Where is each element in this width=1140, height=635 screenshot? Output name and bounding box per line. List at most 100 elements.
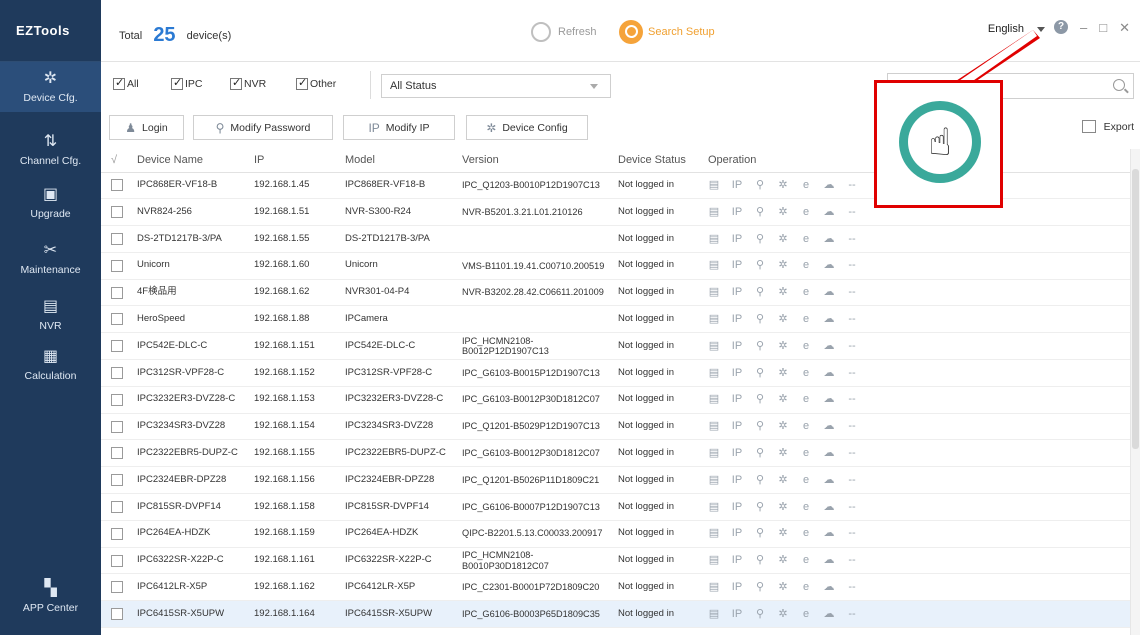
row-checkbox[interactable]	[111, 527, 123, 540]
sidebar-item-device-cfg[interactable]: ✲ Device Cfg.	[0, 62, 101, 112]
cloud-icon[interactable]: ☁	[823, 233, 835, 246]
login-button[interactable]: ♟ Login	[109, 115, 184, 140]
ip-icon[interactable]: IP	[731, 608, 743, 621]
table-row[interactable]: DS-2TD1217B-3/PA 192.168.1.55 DS-2TD1217B-…	[101, 225, 1131, 253]
document-icon[interactable]: ▤	[708, 447, 720, 460]
key-icon[interactable]: ⚲	[754, 527, 766, 540]
table-row[interactable]: IPC6322SR-X22P-C 192.168.1.161 IPC6322SR-X…	[101, 547, 1131, 575]
cloud-icon[interactable]: ☁	[823, 581, 835, 594]
filter-nvr-checkbox[interactable]: NVR	[230, 76, 266, 90]
sidebar-item-app-center[interactable]: ▚ APP Center	[0, 572, 101, 622]
close-icon[interactable]: ✕	[1119, 20, 1130, 36]
cloud-icon[interactable]: ☁	[823, 367, 835, 380]
document-icon[interactable]: ▤	[708, 554, 720, 567]
select-all-column[interactable]: √	[101, 149, 137, 173]
document-icon[interactable]: ▤	[708, 393, 720, 406]
key-icon[interactable]: ⚲	[754, 581, 766, 594]
ip-icon[interactable]: IP	[731, 581, 743, 594]
cloud-icon[interactable]: ☁	[823, 447, 835, 460]
search-icon[interactable]	[1113, 79, 1125, 91]
browser-icon[interactable]: e	[800, 501, 812, 514]
cloud-icon[interactable]: ☁	[823, 179, 835, 192]
row-checkbox[interactable]	[111, 286, 123, 299]
column-model[interactable]: Model	[345, 149, 462, 173]
browser-icon[interactable]: e	[800, 179, 812, 192]
key-icon[interactable]: ⚲	[754, 554, 766, 567]
scrollbar-thumb[interactable]	[1132, 169, 1139, 449]
cloud-icon[interactable]: ☁	[823, 554, 835, 567]
document-icon[interactable]: ▤	[708, 608, 720, 621]
key-icon[interactable]: ⚲	[754, 313, 766, 326]
row-checkbox[interactable]	[111, 340, 123, 353]
column-version[interactable]: Version	[462, 149, 618, 173]
device-config-button[interactable]: ✲ Device Config	[466, 115, 588, 140]
table-row[interactable]: IPC6415SR-X5UPW 192.168.1.164 IPC6415SR-X5…	[101, 600, 1131, 629]
gear-icon[interactable]: ✲	[777, 313, 789, 326]
gear-icon[interactable]: ✲	[777, 581, 789, 594]
table-row[interactable]: IPC2322EBR5-DUPZ-C 192.168.1.155 IPC2322EB…	[101, 439, 1131, 468]
document-icon[interactable]: ▤	[708, 501, 720, 514]
key-icon[interactable]: ⚲	[754, 233, 766, 246]
key-icon[interactable]: ⚲	[754, 340, 766, 353]
key-icon[interactable]: ⚲	[754, 447, 766, 460]
table-row[interactable]: IPC3232ER3-DVZ28-C 192.168.1.153 IPC3232ER…	[101, 386, 1131, 414]
document-icon[interactable]: ▤	[708, 206, 720, 219]
document-icon[interactable]: ▤	[708, 286, 720, 299]
search-setup-button[interactable]: Search Setup	[619, 20, 715, 44]
column-ip[interactable]: IP	[254, 149, 345, 173]
gear-icon[interactable]: ✲	[777, 367, 789, 380]
cloud-icon[interactable]: ☁	[823, 206, 835, 219]
browser-icon[interactable]: e	[800, 340, 812, 353]
ip-icon[interactable]: IP	[731, 474, 743, 487]
row-checkbox[interactable]	[111, 420, 123, 433]
row-checkbox[interactable]	[111, 581, 123, 594]
sidebar-item-channel-cfg[interactable]: ⇅ Channel Cfg.	[0, 125, 101, 175]
ip-icon[interactable]: IP	[731, 206, 743, 219]
document-icon[interactable]: ▤	[708, 340, 720, 353]
cloud-icon[interactable]: ☁	[823, 420, 835, 433]
gear-icon[interactable]: ✲	[777, 259, 789, 272]
document-icon[interactable]: ▤	[708, 474, 720, 487]
cloud-icon[interactable]: ☁	[823, 286, 835, 299]
gear-icon[interactable]: ✲	[777, 501, 789, 514]
ip-icon[interactable]: IP	[731, 501, 743, 514]
cloud-icon[interactable]: ☁	[823, 474, 835, 487]
row-checkbox[interactable]	[111, 206, 123, 219]
cloud-icon[interactable]: ☁	[823, 393, 835, 406]
table-row[interactable]: HeroSpeed 192.168.1.88 IPCamera Not logged …	[101, 305, 1131, 334]
browser-icon[interactable]: e	[800, 420, 812, 433]
table-row[interactable]: IPC542E-DLC-C 192.168.1.151 IPC542E-DLC-C I…	[101, 332, 1131, 361]
row-checkbox[interactable]	[111, 500, 123, 513]
browser-icon[interactable]: e	[800, 554, 812, 567]
browser-icon[interactable]: e	[800, 367, 812, 380]
browser-icon[interactable]: e	[800, 581, 812, 594]
browser-icon[interactable]: e	[800, 393, 812, 406]
row-checkbox[interactable]	[111, 259, 123, 272]
document-icon[interactable]: ▤	[708, 581, 720, 594]
gear-icon[interactable]: ✲	[777, 554, 789, 567]
gear-icon[interactable]: ✲	[777, 420, 789, 433]
modify-password-button[interactable]: ⚲ Modify Password	[193, 115, 333, 140]
document-icon[interactable]: ▤	[708, 233, 720, 246]
row-checkbox[interactable]	[111, 313, 123, 326]
sidebar-item-calculation[interactable]: ▦ Calculation	[0, 340, 101, 390]
document-icon[interactable]: ▤	[708, 420, 720, 433]
modify-ip-button[interactable]: IP Modify IP	[343, 115, 455, 140]
document-icon[interactable]: ▤	[708, 259, 720, 272]
table-row[interactable]: IPC312SR-VPF28-C 192.168.1.152 IPC312SR-VP…	[101, 359, 1131, 387]
gear-icon[interactable]: ✲	[777, 206, 789, 219]
browser-icon[interactable]: e	[800, 474, 812, 487]
ip-icon[interactable]: IP	[731, 367, 743, 380]
export-button[interactable]: Export	[1081, 120, 1134, 133]
row-checkbox[interactable]	[111, 366, 123, 379]
cloud-icon[interactable]: ☁	[823, 313, 835, 326]
table-row[interactable]: IPC6412LR-X5P 192.168.1.162 IPC6412LR-X5P I…	[101, 573, 1131, 602]
cloud-icon[interactable]: ☁	[823, 527, 835, 540]
row-checkbox[interactable]	[111, 447, 123, 460]
row-checkbox[interactable]	[111, 608, 123, 621]
filter-ipc-checkbox[interactable]: IPC	[171, 76, 203, 90]
gear-icon[interactable]: ✲	[777, 340, 789, 353]
column-device-status[interactable]: Device Status	[618, 149, 708, 173]
row-checkbox[interactable]	[111, 474, 123, 487]
table-row[interactable]: 4F検品用 192.168.1.62 NVR301-04-P4 NVR-B3202.2…	[101, 279, 1131, 307]
